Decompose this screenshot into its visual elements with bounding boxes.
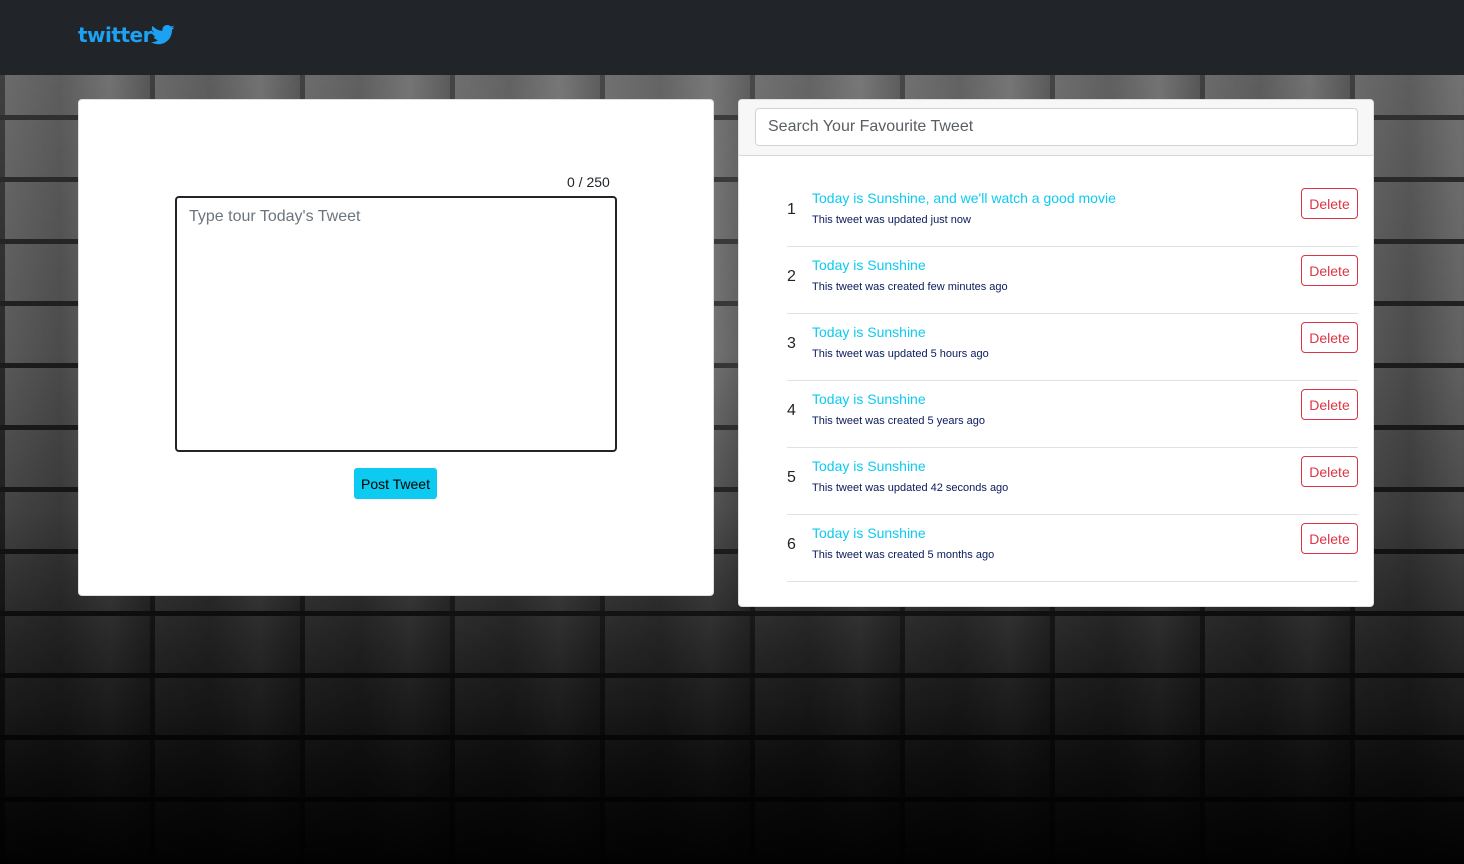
tweet-index: 2: [787, 268, 796, 285]
tweet-row: 2 Today is Sunshine This tweet was creat…: [787, 247, 1358, 314]
tweet-text[interactable]: Today is Sunshine: [812, 324, 926, 340]
tweet-row: 6 Today is Sunshine This tweet was creat…: [787, 515, 1358, 582]
tweet-meta: This tweet was updated just now: [812, 214, 971, 226]
tweet-text[interactable]: Today is Sunshine: [812, 257, 926, 273]
tweet-meta: This tweet was created 5 years ago: [812, 415, 986, 427]
character-counter: 0 / 250: [567, 174, 610, 190]
tweet-text[interactable]: Today is Sunshine, and we'll watch a goo…: [812, 190, 1116, 206]
tweet-meta: This tweet was created 5 months ago: [812, 549, 995, 561]
tweet-index: 1: [787, 201, 796, 218]
tweet-meta: This tweet was created few minutes ago: [812, 281, 1008, 293]
tweet-index: 5: [787, 469, 796, 486]
tweet-index: 4: [787, 402, 796, 419]
tweets-card: 1 Today is Sunshine, and we'll watch a g…: [738, 99, 1374, 607]
tweet-meta: This tweet was updated 5 hours ago: [812, 348, 989, 360]
tweet-row: 1 Today is Sunshine, and we'll watch a g…: [787, 180, 1358, 247]
tweet-row: 3 Today is Sunshine This tweet was updat…: [787, 314, 1358, 381]
navbar: twitter: [0, 0, 1464, 75]
tweets-card-header: [739, 100, 1373, 156]
tweet-index: 6: [787, 536, 796, 553]
tweet-text[interactable]: Today is Sunshine: [812, 525, 926, 541]
tweet-row: 4 Today is Sunshine This tweet was creat…: [787, 381, 1358, 448]
delete-button[interactable]: Delete: [1301, 456, 1358, 487]
brand-logo[interactable]: twitter: [78, 22, 176, 48]
logo-text: twitter: [78, 23, 152, 47]
tweet-row: 5 Today is Sunshine This tweet was updat…: [787, 448, 1358, 515]
tweet-meta: This tweet was updated 42 seconds ago: [812, 482, 1009, 494]
tweet-list: 1 Today is Sunshine, and we'll watch a g…: [787, 180, 1358, 582]
tweet-index: 3: [787, 335, 796, 352]
delete-button[interactable]: Delete: [1301, 255, 1358, 286]
delete-button[interactable]: Delete: [1301, 523, 1358, 554]
tweet-text[interactable]: Today is Sunshine: [812, 391, 926, 407]
delete-button[interactable]: Delete: [1301, 389, 1358, 420]
post-tweet-button[interactable]: Post Tweet: [354, 468, 437, 499]
tweet-text[interactable]: Today is Sunshine: [812, 458, 926, 474]
twitter-bird-icon: [150, 25, 175, 45]
delete-button[interactable]: Delete: [1301, 322, 1358, 353]
delete-button[interactable]: Delete: [1301, 188, 1358, 219]
search-tweet-input[interactable]: [755, 108, 1358, 146]
tweet-textarea[interactable]: [175, 196, 617, 452]
